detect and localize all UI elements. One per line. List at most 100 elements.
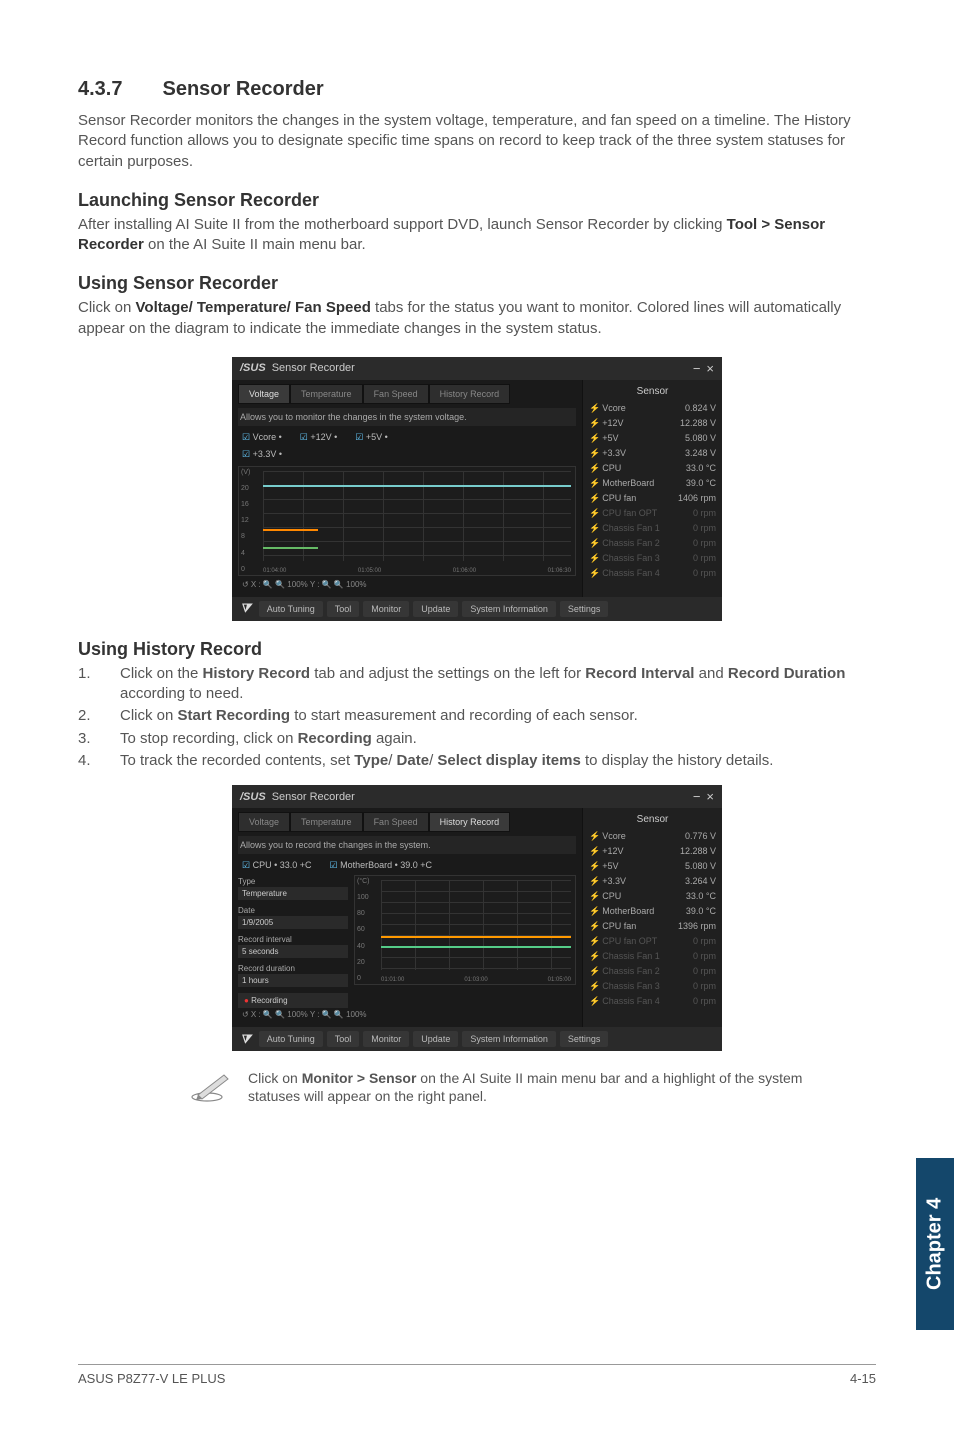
tab-voltage[interactable]: Voltage [238,812,290,832]
sensor-row: ⚡CPU33.0 °C [589,889,716,904]
zoom-controls[interactable]: ↺ X : 🔍 🔍 100% Y : 🔍 🔍 100% [238,1008,576,1021]
sensor-row: ⚡CPU fan OPT0 rpm [589,934,716,949]
list-item: 4. To track the recorded contents, set T… [78,751,876,771]
history-steps: 1. Click on the History Record tab and a… [78,664,876,771]
minimize-icon[interactable]: − [693,361,701,376]
sensor-row: ⚡Vcore0.776 V [589,829,716,844]
sensor-row: ⚡Chassis Fan 10 rpm [589,521,716,536]
history-controls: TypeTemperature Date1/9/2005 Record inte… [238,875,348,1008]
history-graph: (°C) 100 80 60 40 20 0 [354,875,576,985]
window-title: Sensor Recorder [272,362,355,374]
window-titlebar: /SUS Sensor Recorder − × [232,785,722,808]
app-bottom-bar: ⧩ Auto Tuning Tool Monitor Update System… [232,597,722,621]
sensor-row: ⚡MotherBoard39.0 °C [589,476,716,491]
note-text: Click on Monitor > Sensor on the AI Suit… [248,1069,830,1105]
btn-settings[interactable]: Settings [560,601,609,617]
btn-update[interactable]: Update [413,1031,458,1047]
sensor-row: ⚡CPU33.0 °C [589,461,716,476]
btn-system-info[interactable]: System Information [462,1031,556,1047]
type-select[interactable]: Temperature [238,887,348,900]
btn-system-info[interactable]: System Information [462,601,556,617]
check-cpu[interactable]: CPU • 33.0 +C [242,860,312,871]
brand-logo: /SUS [240,362,266,374]
interval-input[interactable]: 5 seconds [238,945,348,958]
tab-voltage[interactable]: Voltage [238,384,290,404]
check-vcore[interactable]: Vcore • [242,432,282,443]
using-heading: Using Sensor Recorder [78,273,876,294]
sensor-row: ⚡Chassis Fan 20 rpm [589,536,716,551]
screenshot-voltage: /SUS Sensor Recorder − × Voltage Tempera… [232,357,722,621]
note-block: Click on Monitor > Sensor on the AI Suit… [190,1069,830,1105]
window-titlebar: /SUS Sensor Recorder − × [232,357,722,380]
sensor-panel-header: Sensor [589,384,716,401]
list-item: 2. Click on Start Recording to start mea… [78,706,876,726]
sensor-row: ⚡+5V5.080 V [589,431,716,446]
check-12v[interactable]: +12V • [300,432,338,443]
screenshot-history: /SUS Sensor Recorder − × Voltage Tempera… [232,785,722,1051]
sensor-row: ⚡MotherBoard39.0 °C [589,904,716,919]
sensor-row: ⚡Chassis Fan 10 rpm [589,949,716,964]
sensor-row: ⚡Chassis Fan 20 rpm [589,964,716,979]
zoom-controls[interactable]: ↺ X : 🔍 🔍 100% Y : 🔍 🔍 100% [238,578,576,591]
close-icon[interactable]: × [706,789,714,804]
sensor-row: ⚡CPU fan1396 rpm [589,919,716,934]
sensor-row: ⚡+12V12.288 V [589,416,716,431]
duration-input[interactable]: 1 hours [238,974,348,987]
list-item: 3. To stop recording, click on Recording… [78,729,876,749]
launching-paragraph: After installing AI Suite II from the mo… [78,215,876,256]
btn-auto-tuning[interactable]: Auto Tuning [259,601,323,617]
sensor-row: ⚡+5V5.080 V [589,859,716,874]
sensor-panel-header: Sensor [589,812,716,829]
minimize-icon[interactable]: − [693,789,701,804]
tab-fan-speed[interactable]: Fan Speed [363,812,429,832]
asus-logo-icon: ⧩ [236,601,255,616]
using-paragraph: Click on Voltage/ Temperature/ Fan Speed… [78,298,876,339]
check-3v3[interactable]: +3.3V • [242,449,282,460]
tab-description: Allows you to monitor the changes in the… [238,408,576,426]
sensor-row: ⚡+3.3V3.264 V [589,874,716,889]
launching-heading: Launching Sensor Recorder [78,190,876,211]
section-heading: 4.3.7 Sensor Recorder [78,78,876,101]
brand-logo: /SUS [240,791,266,803]
btn-monitor[interactable]: Monitor [363,1031,409,1047]
btn-update[interactable]: Update [413,601,458,617]
recording-button[interactable]: Recording [238,993,348,1008]
chapter-tab: Chapter 4 [916,1158,954,1330]
sensor-panel: Sensor ⚡Vcore0.776 V⚡+12V12.288 V⚡+5V5.0… [582,808,722,1027]
list-item: 1. Click on the History Record tab and a… [78,664,876,705]
check-5v[interactable]: +5V • [355,432,388,443]
sensor-panel: Sensor ⚡Vcore0.824 V⚡+12V12.288 V⚡+5V5.0… [582,380,722,597]
section-title: Sensor Recorder [162,78,323,100]
sensor-row: ⚡CPU fan OPT0 rpm [589,506,716,521]
asus-logo-icon: ⧩ [236,1032,255,1047]
sensor-row: ⚡Chassis Fan 30 rpm [589,979,716,994]
section-number: 4.3.7 [78,78,122,100]
footer-product: ASUS P8Z77-V LE PLUS [78,1371,225,1386]
tab-temperature[interactable]: Temperature [290,812,363,832]
tab-description: Allows you to record the changes in the … [238,836,576,854]
btn-tool[interactable]: Tool [327,601,360,617]
btn-settings[interactable]: Settings [560,1031,609,1047]
tab-history-record[interactable]: History Record [429,812,511,832]
sensor-row: ⚡+12V12.288 V [589,844,716,859]
app-bottom-bar: ⧩ Auto Tuning Tool Monitor Update System… [232,1027,722,1051]
sensor-row: ⚡Chassis Fan 30 rpm [589,551,716,566]
sensor-row: ⚡Chassis Fan 40 rpm [589,566,716,581]
date-select[interactable]: 1/9/2005 [238,916,348,929]
page-footer: ASUS P8Z77-V LE PLUS 4-15 [78,1364,876,1386]
sensor-row: ⚡Chassis Fan 40 rpm [589,994,716,1009]
btn-monitor[interactable]: Monitor [363,601,409,617]
sensor-row: ⚡Vcore0.824 V [589,401,716,416]
sensor-row: ⚡CPU fan1406 rpm [589,491,716,506]
check-motherboard[interactable]: MotherBoard • 39.0 +C [330,860,433,871]
tab-fan-speed[interactable]: Fan Speed [363,384,429,404]
sensor-row: ⚡+3.3V3.248 V [589,446,716,461]
tab-history-record[interactable]: History Record [429,384,511,404]
btn-auto-tuning[interactable]: Auto Tuning [259,1031,323,1047]
btn-tool[interactable]: Tool [327,1031,360,1047]
footer-page-number: 4-15 [850,1371,876,1386]
close-icon[interactable]: × [706,361,714,376]
pencil-icon [190,1069,234,1103]
voltage-graph: (V) 20 16 12 8 4 0 01:04 [238,466,576,576]
tab-temperature[interactable]: Temperature [290,384,363,404]
